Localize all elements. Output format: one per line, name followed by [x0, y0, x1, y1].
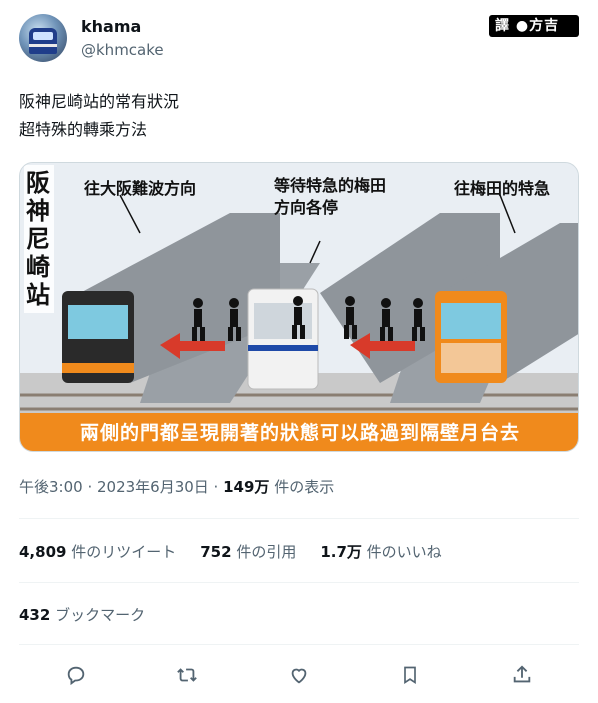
engagement-stats: 4,809 件のリツイート 752 件の引用 1.7万 件のいいね [19, 541, 442, 562]
views-count: 149万 [223, 478, 270, 496]
heart-icon [291, 668, 307, 684]
label-left: 往大阪難波方向 [84, 179, 197, 198]
avatar[interactable] [19, 14, 67, 62]
retweets-label: 件のリツイート [66, 543, 177, 561]
label-mid-line: 等待特急的梅田 [274, 176, 387, 195]
station-label: 阪神尼崎站 [26, 168, 50, 309]
action-bar [19, 660, 579, 690]
image-caption: 兩側的門都呈現開著的狀態可以路過到隔壁月台去 [79, 422, 520, 444]
label-right: 往梅田的特急 [454, 179, 551, 198]
likes-label: 件のいいね [361, 543, 442, 561]
tweet-text: 阪神尼崎站的常有狀況 超特殊的轉乘方法 [19, 88, 179, 144]
retweets-stat[interactable]: 4,809 件のリツイート [19, 541, 176, 562]
views-label: 件の表示 [269, 478, 335, 496]
label-mid-line: 方向各停 [274, 198, 339, 217]
retweet-button[interactable] [172, 660, 202, 690]
timestamp[interactable]: 午後3:00 · 2023年6月30日 · [19, 478, 223, 496]
user-handle[interactable]: @khmcake [81, 41, 164, 59]
tweet-header: khama @khmcake 譯 ●方吉君 [19, 14, 579, 64]
tweet-image[interactable]: 阪神尼崎站 往大阪難波方向 等待特急的梅田 方向各停 往梅田的特急 兩側的門都呈… [19, 162, 579, 452]
bookmark-icon [404, 666, 416, 685]
share-icon [513, 665, 531, 683]
likes-count: 1.7万 [320, 543, 362, 561]
retweets-count: 4,809 [19, 543, 67, 561]
divider [19, 582, 579, 583]
bookmarks-count: 432 [19, 606, 51, 624]
label-mid: 等待特急的梅田 方向各停 [274, 175, 386, 219]
retweet-icon [177, 668, 197, 682]
translator-badge: 譯 ●方吉君 [489, 15, 579, 54]
divider [19, 644, 579, 645]
tweet-line: 阪神尼崎站的常有狀況 [19, 92, 180, 111]
reply-icon [67, 666, 85, 686]
share-button[interactable] [507, 660, 537, 690]
likes-stat[interactable]: 1.7万 件のいいね [320, 541, 441, 562]
quotes-count: 752 [200, 543, 232, 561]
bookmark-button[interactable] [395, 660, 425, 690]
quotes-label: 件の引用 [231, 543, 297, 561]
reply-button[interactable] [61, 660, 91, 690]
like-button[interactable] [284, 660, 314, 690]
divider [19, 518, 579, 519]
tweet-line: 超特殊的轉乘方法 [19, 120, 148, 139]
quotes-stat[interactable]: 752 件の引用 [200, 541, 296, 562]
user-name[interactable]: khama [81, 17, 141, 36]
bookmarks-stat[interactable]: 432 ブックマーク [19, 604, 145, 625]
bookmarks-label: ブックマーク [50, 606, 146, 624]
tweet-meta: 午後3:00 · 2023年6月30日 · 149万 件の表示 [19, 476, 334, 497]
